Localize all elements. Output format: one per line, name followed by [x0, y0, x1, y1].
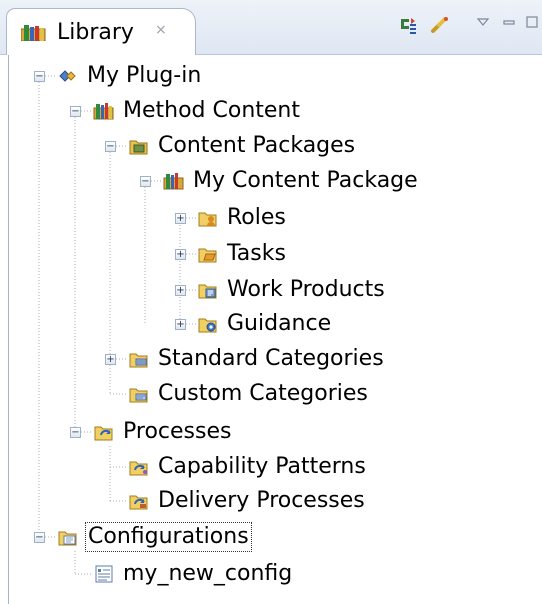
tree-item-content-packages[interactable]: Content Packages	[128, 131, 355, 161]
tree-item-roles[interactable]: Roles	[197, 203, 286, 233]
plugin-icon	[57, 67, 79, 85]
collapse-toggle-my-content-package[interactable]: −	[140, 176, 151, 187]
tree-item-processes[interactable]: Processes	[93, 417, 231, 447]
tree-item-guidance[interactable]: Guidance	[197, 309, 331, 339]
tree-item-tasks[interactable]: Tasks	[197, 239, 286, 269]
minimize-icon[interactable]	[497, 10, 521, 34]
custom-categories-icon	[128, 385, 150, 403]
tree-item-method-content[interactable]: Method Content	[93, 96, 300, 126]
delivery-processes-icon	[128, 492, 150, 510]
expand-toggle-standard-categories[interactable]: +	[105, 354, 116, 365]
tree-item-my-plugin[interactable]: My Plug-in	[57, 61, 201, 91]
view-header: Library ×	[0, 0, 542, 55]
expand-toggle-tasks[interactable]: +	[175, 249, 186, 260]
configurations-label-selected: Configurations	[85, 522, 252, 552]
sync-icon[interactable]	[396, 14, 420, 38]
tree-item-my-content-package[interactable]: My Content Package	[163, 166, 418, 196]
collapse-toggle-configurations[interactable]: −	[34, 532, 45, 543]
collapse-toggle-processes[interactable]: −	[70, 427, 81, 438]
tree-item-capability-patterns[interactable]: Capability Patterns	[128, 452, 366, 482]
library-icon	[20, 25, 49, 45]
expand-toggle-work-products[interactable]: +	[175, 285, 186, 296]
tree-item-standard-categories[interactable]: Standard Categories	[128, 344, 384, 374]
collapse-toggle-method-content[interactable]: −	[70, 106, 81, 117]
tree-item-work-products[interactable]: Work Products	[197, 275, 385, 305]
guidance-folder-icon	[197, 315, 219, 333]
roles-folder-icon	[197, 209, 219, 227]
view-menu-icon[interactable]	[471, 10, 495, 34]
tree-item-configurations[interactable]: Configurations	[57, 522, 252, 552]
library-tab-title: Library	[57, 20, 134, 45]
work-products-folder-icon	[197, 281, 219, 299]
tree-item-custom-categories[interactable]: Custom Categories	[128, 379, 368, 409]
capability-patterns-icon	[128, 458, 150, 476]
library-view: Library × − − − − + + + + + − − My Plug-…	[0, 0, 542, 604]
tasks-folder-icon	[197, 245, 219, 263]
library-tab[interactable]: Library ×	[6, 8, 196, 55]
collapse-toggle-my-plugin[interactable]: −	[34, 71, 45, 82]
collapse-toggle-content-packages[interactable]: −	[105, 141, 116, 152]
configurations-icon	[57, 528, 79, 546]
tree-item-delivery-processes[interactable]: Delivery Processes	[128, 486, 365, 516]
expand-toggle-roles[interactable]: +	[175, 213, 186, 224]
maximize-icon[interactable]	[520, 10, 542, 34]
expand-toggle-guidance[interactable]: +	[175, 319, 186, 330]
standard-categories-icon	[128, 350, 150, 368]
configuration-icon	[93, 565, 115, 583]
content-package-icon	[163, 172, 185, 190]
library-tree[interactable]: − − − − + + + + + − − My Plug-in Method …	[9, 55, 542, 604]
tree-item-my-new-config[interactable]: my_new_config	[93, 559, 292, 589]
content-packages-icon	[128, 137, 150, 155]
tree-panel[interactable]: − − − − + + + + + − − My Plug-in Method …	[8, 55, 542, 604]
close-tab-icon[interactable]: ×	[155, 22, 167, 38]
processes-icon	[93, 423, 115, 441]
link-with-editor-icon[interactable]	[428, 14, 452, 38]
method-content-icon	[93, 102, 115, 120]
